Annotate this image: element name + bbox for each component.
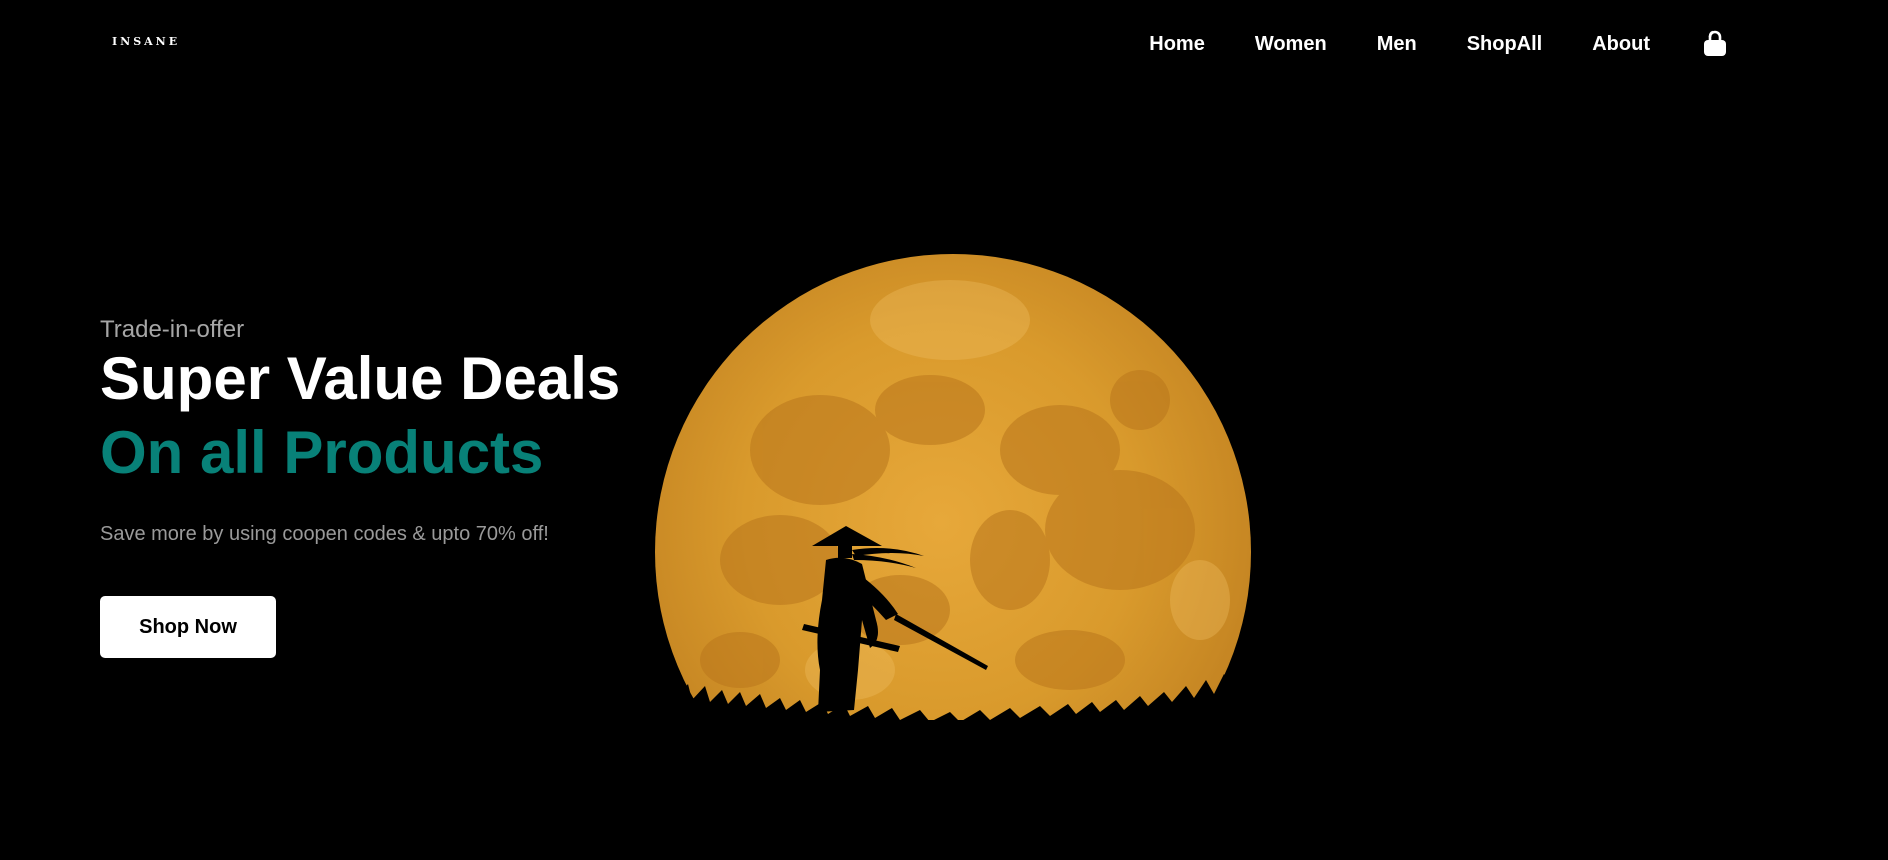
site-header: INSANE Home Women Men ShopAll About (0, 0, 1888, 86)
nav-link-women[interactable]: Women (1255, 31, 1327, 57)
shopping-bag-icon[interactable] (1702, 30, 1728, 58)
samurai-moon-image (600, 254, 1320, 760)
nav-link-men[interactable]: Men (1377, 31, 1417, 57)
shop-now-button[interactable]: Shop Now (100, 596, 276, 658)
logo[interactable]: INSANE (112, 35, 180, 48)
hero-section: Trade-in-offer Super Value Deals On all … (100, 316, 620, 658)
hero-headline: Super Value Deals (100, 345, 621, 412)
hero-headline-accent: On all Products (100, 419, 544, 486)
nav-link-shopall[interactable]: ShopAll (1467, 31, 1543, 57)
nav-link-about[interactable]: About (1592, 31, 1650, 57)
hero-subtext: Save more by using coopen codes & upto 7… (100, 523, 549, 545)
main-nav: Home Women Men ShopAll About (1149, 30, 1728, 58)
hero-eyebrow: Trade-in-offer (100, 316, 245, 343)
landing-page: INSANE Home Women Men ShopAll About Trad… (0, 0, 1888, 860)
nav-link-home[interactable]: Home (1149, 31, 1205, 57)
